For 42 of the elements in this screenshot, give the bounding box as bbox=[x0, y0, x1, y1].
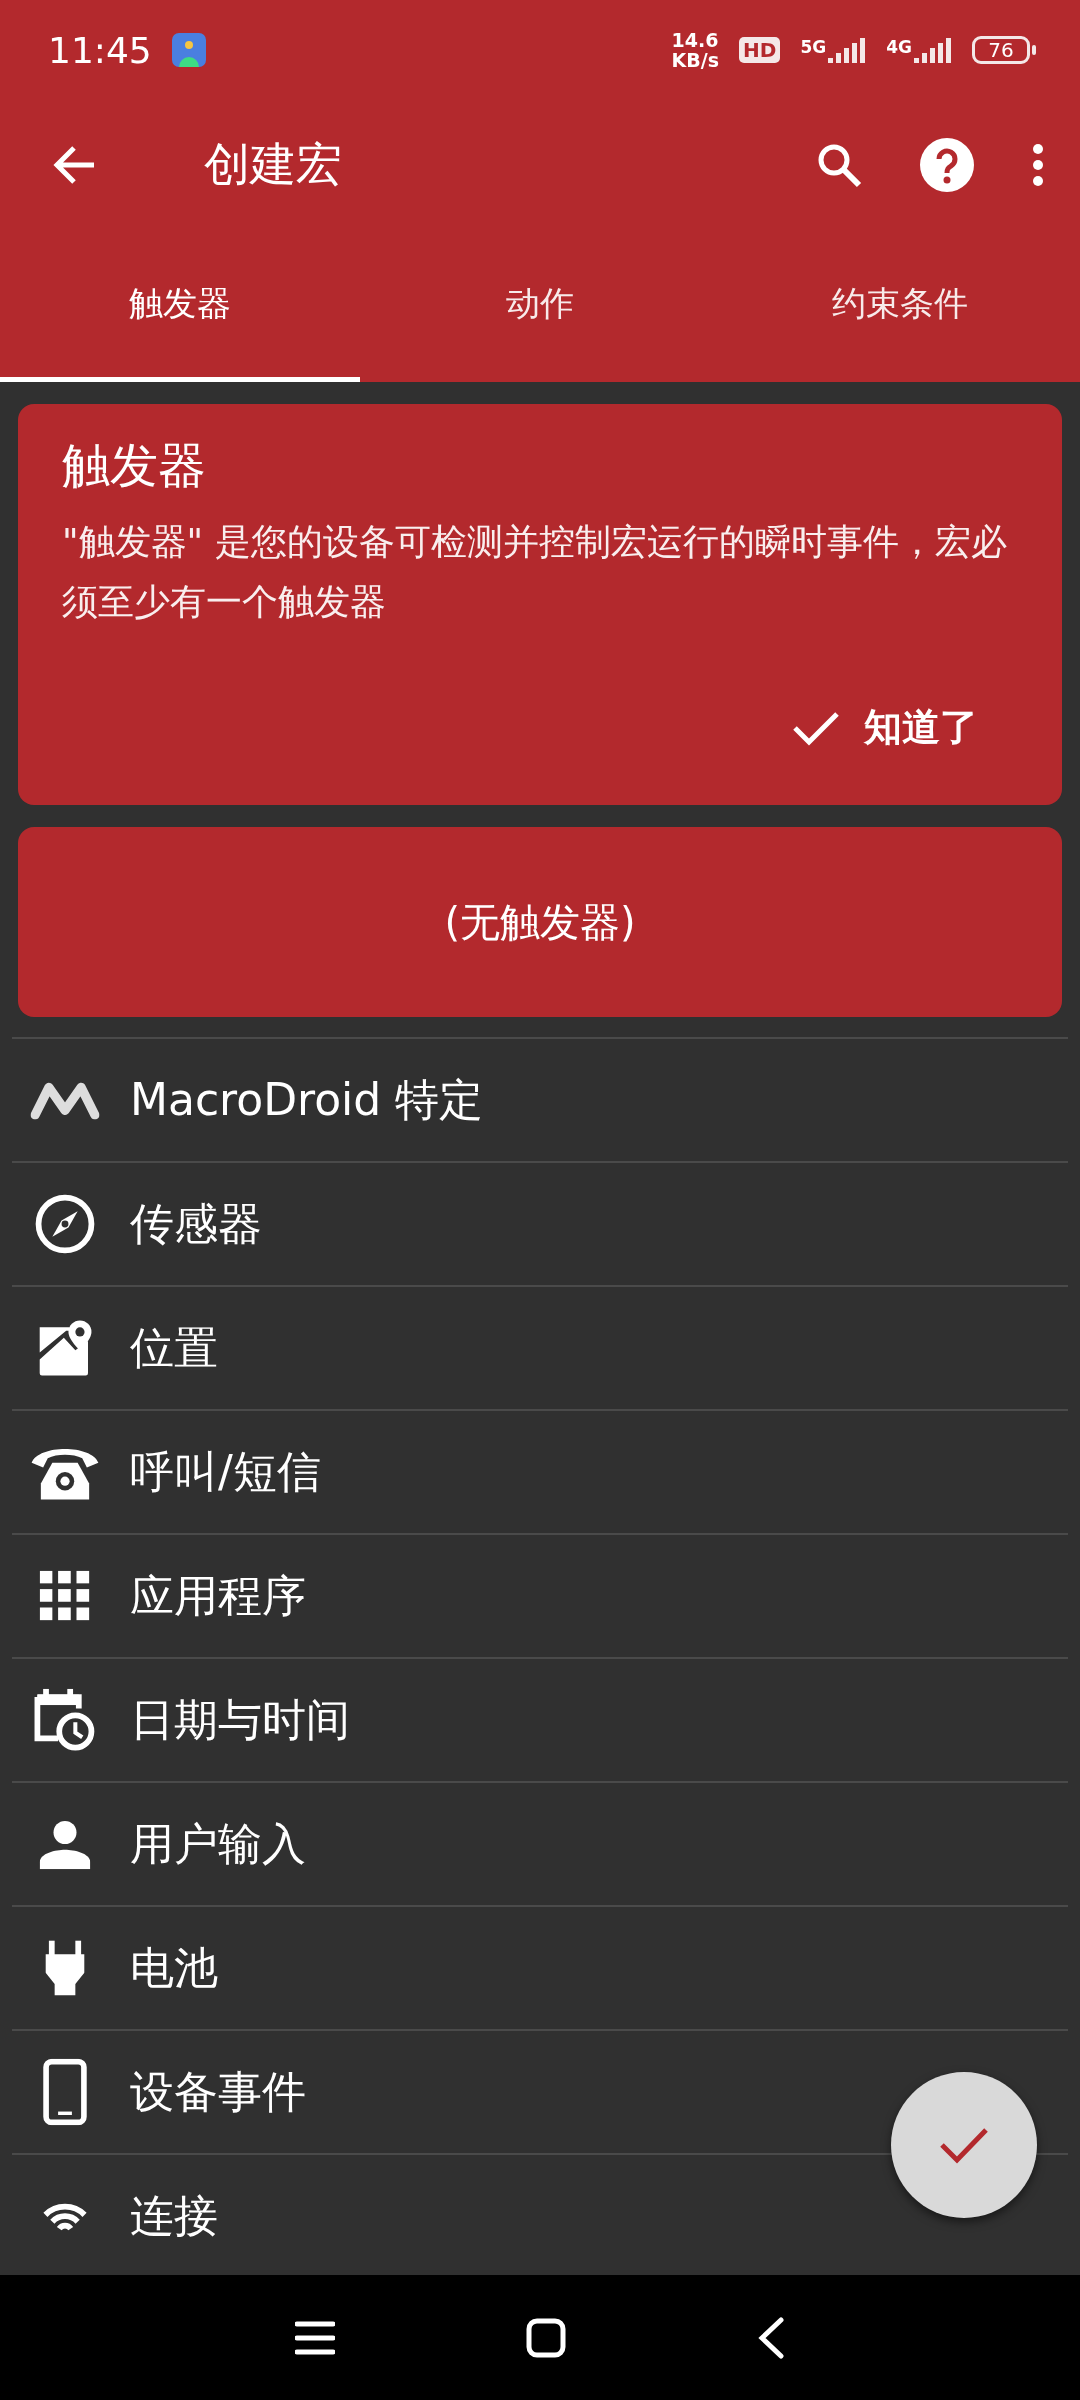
tab[interactable]: 触发器 bbox=[0, 230, 360, 382]
tab[interactable]: 动作 bbox=[360, 230, 720, 382]
got-it-button[interactable]: 知道了 bbox=[784, 694, 1018, 761]
network-type: 5G bbox=[800, 37, 827, 57]
logo-icon bbox=[30, 1080, 100, 1120]
category-item[interactable]: 位置 bbox=[12, 1285, 1068, 1409]
plug-icon bbox=[45, 1940, 85, 1996]
square-icon bbox=[526, 2317, 566, 2358]
speed-unit: KB/s bbox=[671, 50, 720, 70]
category-item[interactable]: 呼叫/短信 bbox=[12, 1409, 1068, 1533]
category-item[interactable]: 用户输入 bbox=[12, 1781, 1068, 1905]
check-icon bbox=[939, 2126, 989, 2164]
clock: 11:45 bbox=[48, 29, 152, 71]
more-icon bbox=[1032, 143, 1044, 187]
phone-icon bbox=[43, 2058, 87, 2126]
tab[interactable]: 约束条件 bbox=[720, 230, 1080, 382]
check-icon bbox=[792, 709, 840, 746]
back-arrow-icon bbox=[52, 145, 96, 185]
person-icon bbox=[39, 1818, 91, 1870]
card-description: "触发器" 是您的设备可检测并控制宏运行的瞬时事件，宏必须至少有一个触发器 bbox=[62, 520, 1008, 624]
android-app-icon bbox=[171, 33, 206, 67]
compass-icon bbox=[33, 1192, 97, 1256]
search-icon bbox=[816, 142, 862, 188]
signal-icon bbox=[828, 37, 867, 63]
battery-level: 76 bbox=[972, 36, 1030, 64]
screen-title: 创建宏 bbox=[204, 136, 343, 193]
network-type: 4G bbox=[886, 37, 912, 57]
speed-value: 14.6 bbox=[671, 30, 720, 50]
category-item[interactable]: 日期与时间 bbox=[12, 1657, 1068, 1781]
help-icon bbox=[920, 138, 974, 192]
card-title: 触发器 bbox=[62, 436, 207, 495]
empty-message: (无触发器) bbox=[444, 897, 636, 947]
signal-icon bbox=[914, 37, 952, 63]
category-item[interactable]: 电池 bbox=[12, 1905, 1068, 2029]
empty-trigger-card[interactable]: (无触发器) bbox=[18, 827, 1062, 1017]
grid-icon bbox=[39, 1570, 91, 1622]
back-chevron-icon bbox=[756, 2316, 785, 2359]
category-item[interactable]: 传感器 bbox=[12, 1161, 1068, 1285]
menu-icon bbox=[295, 2319, 336, 2356]
hd-badge: HD bbox=[739, 37, 781, 63]
category-item[interactable]: 应用程序 bbox=[12, 1533, 1068, 1657]
category-item[interactable]: MacroDroid 特定 bbox=[12, 1037, 1068, 1161]
